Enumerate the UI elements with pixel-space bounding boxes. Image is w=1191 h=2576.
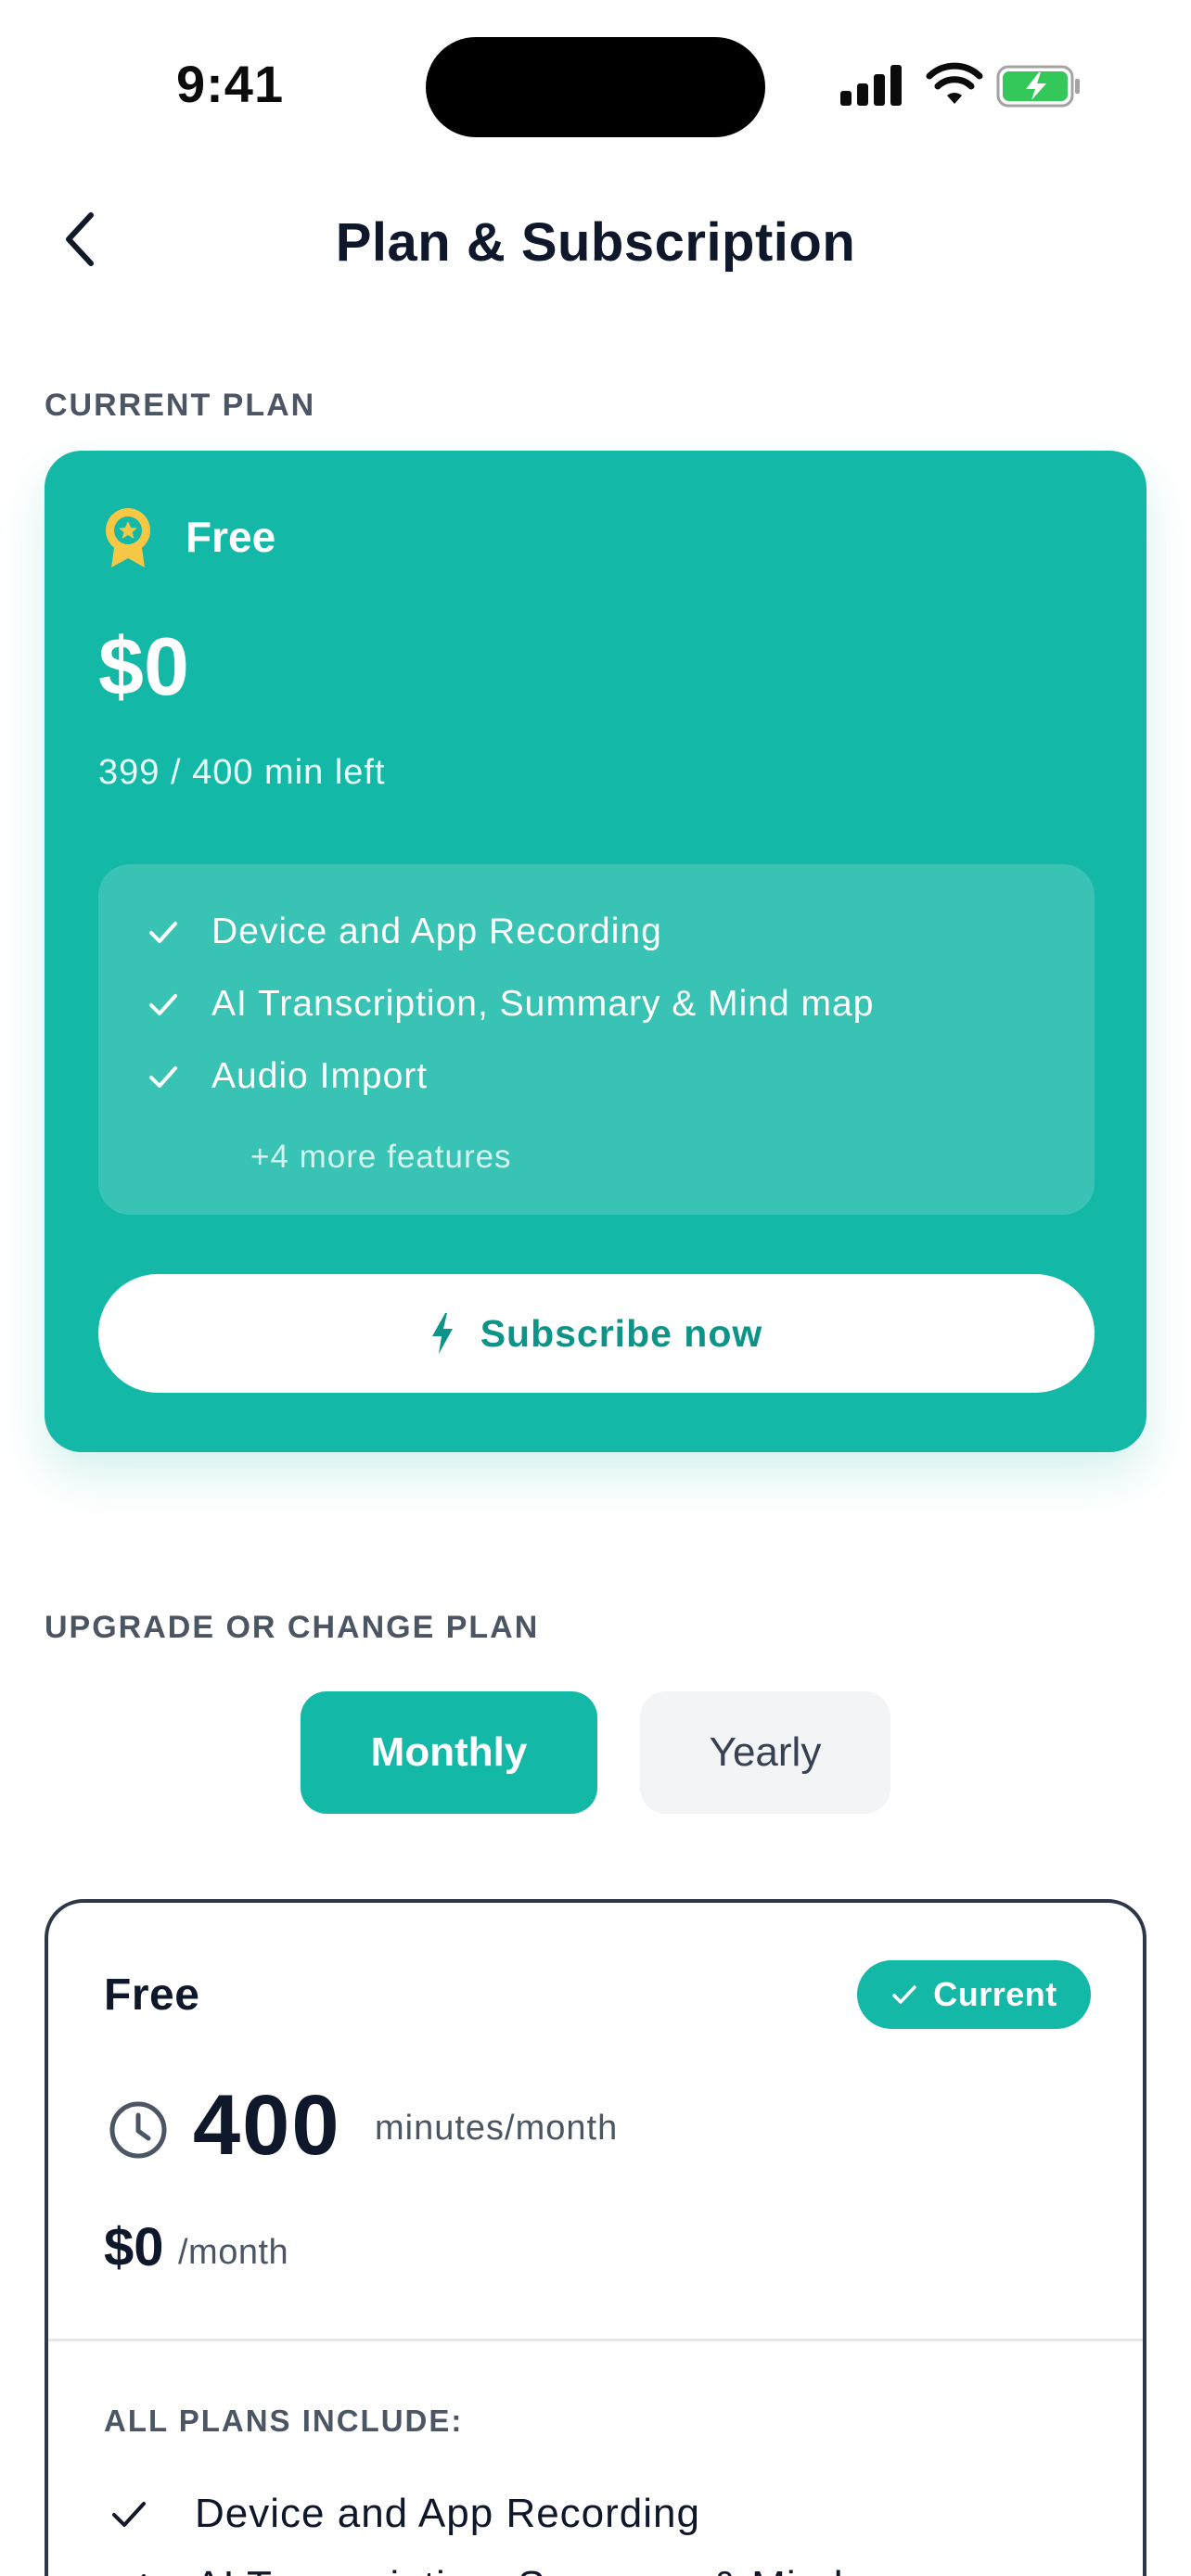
plan-option-name: Free: [104, 1970, 200, 2020]
subscribe-now-label: Subscribe now: [480, 1311, 763, 1355]
minutes-left: 399 / 400 min left: [98, 753, 386, 792]
current-plan-label: CURRENT PLAN: [45, 388, 316, 423]
clock-icon: [109, 2101, 167, 2159]
wifi-icon: [926, 62, 983, 104]
status-time: 9:41: [176, 55, 285, 113]
header: Plan & Subscription: [0, 185, 1191, 297]
feature-item: AI Transcription, Summary & Mind map: [147, 981, 874, 1027]
status-icons: [840, 61, 1082, 111]
check-icon: [112, 2502, 146, 2527]
feature-label: Device and App Recording: [211, 912, 662, 951]
current-plan-price: $0: [98, 620, 189, 712]
dynamic-island: [426, 37, 765, 137]
check-icon: [141, 2574, 146, 2576]
medal-icon: [106, 508, 150, 567]
page-title: Plan & Subscription: [335, 212, 856, 273]
lightning-bolt-icon: [431, 1313, 453, 1354]
current-plan-card: Free $0 399 / 400 min left Device and Ap…: [45, 451, 1146, 1452]
included-feature-label: AI Transcription, Summary & Mind map: [195, 2563, 938, 2576]
plan-minutes: 400: [193, 2078, 341, 2173]
status-bar: 9:41: [0, 0, 1191, 167]
check-icon: [149, 994, 177, 1015]
check-icon: [892, 1985, 916, 2004]
divider: [48, 2339, 1143, 2341]
feature-label: AI Transcription, Summary & Mind map: [211, 984, 875, 1024]
subscribe-now-button[interactable]: Subscribe now: [98, 1274, 1095, 1393]
feature-item: Device and App Recording: [147, 909, 662, 955]
check-icon: [149, 1066, 177, 1088]
more-features-link[interactable]: +4 more features: [250, 1139, 512, 1176]
billing-toggle-yearly[interactable]: Yearly: [640, 1691, 890, 1814]
upgrade-plan-label: UPGRADE OR CHANGE PLAN: [45, 1610, 540, 1645]
plan-price-unit: /month: [178, 2233, 289, 2272]
included-feature-item: Device and App Recording: [109, 2491, 700, 2537]
check-icon: [149, 922, 177, 943]
plan-minutes-unit: minutes/month: [375, 2109, 619, 2148]
billing-toggle-monthly[interactable]: Monthly: [301, 1691, 597, 1814]
current-plan-features: Device and App Recording AI Transcriptio…: [98, 864, 1095, 1215]
current-badge: Current: [857, 1960, 1091, 2029]
signal-icon: [840, 65, 903, 106]
included-feature-label: Device and App Recording: [195, 2491, 700, 2536]
included-feature-item: AI Transcription, Summary & Mind map: [109, 2563, 938, 2576]
current-plan-name: Free: [186, 513, 276, 561]
current-badge-label: Current: [933, 1975, 1057, 2013]
battery-charging-icon: [996, 65, 1080, 108]
plan-price: $0: [104, 2217, 164, 2277]
feature-item: Audio Import: [147, 1053, 428, 1100]
feature-label: Audio Import: [211, 1056, 429, 1096]
plan-option-card[interactable]: Free Current 400 minutes/month $0 /month…: [45, 1899, 1146, 2576]
all-plans-include-label: ALL PLANS INCLUDE:: [104, 2404, 464, 2438]
